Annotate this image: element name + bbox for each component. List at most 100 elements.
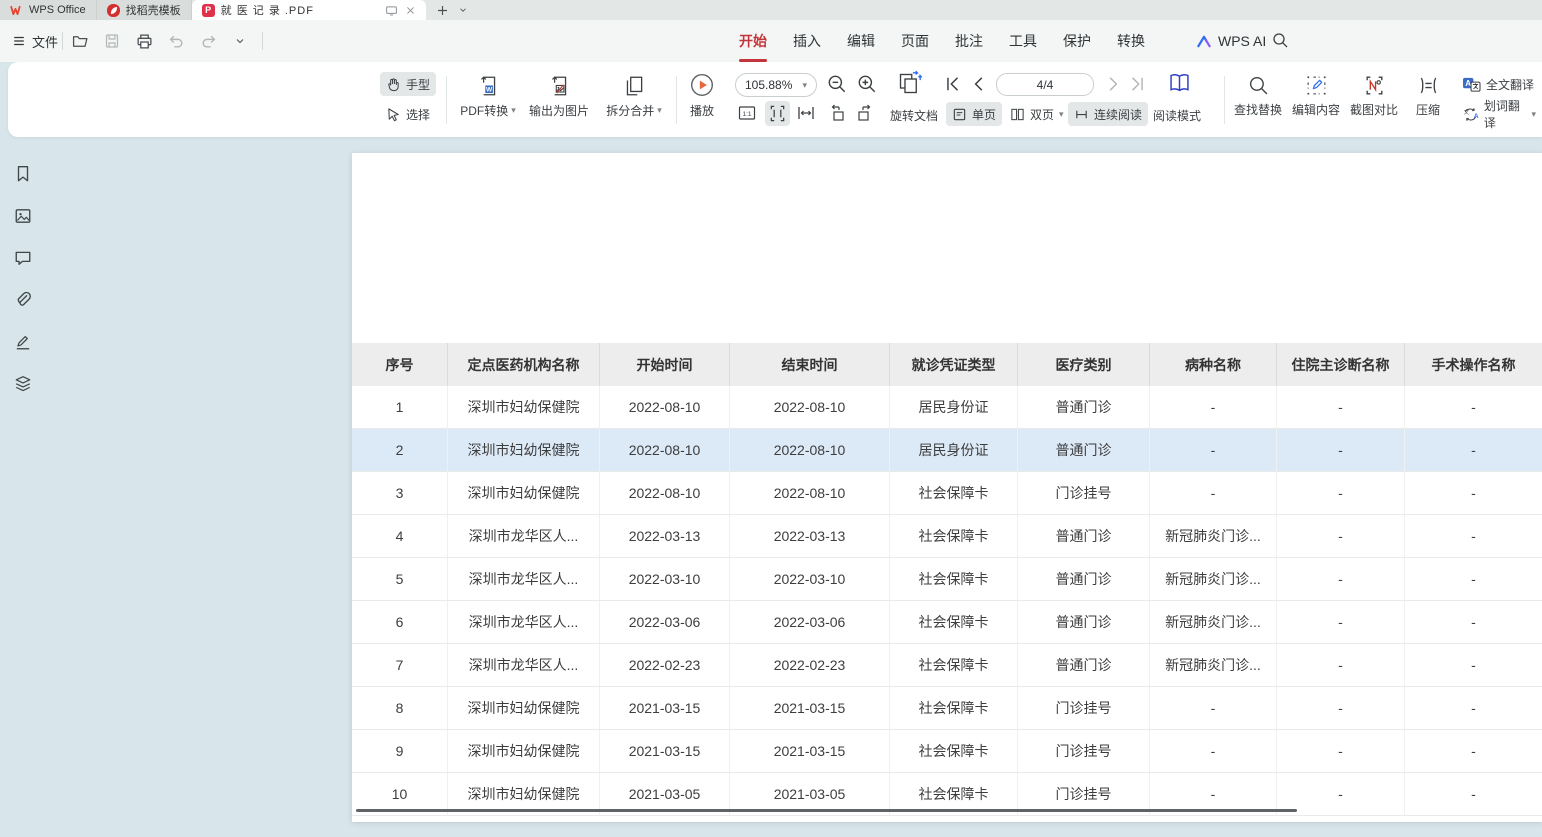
file-menu-button[interactable]: 文件: [12, 20, 58, 62]
table-row[interactable]: 5深圳市龙华区人...2022-03-102022-03-10社会保障卡普通门诊…: [352, 558, 1542, 601]
hand-tool-label: 手型: [406, 76, 430, 93]
wps-ai-button[interactable]: WPS AI: [1196, 20, 1266, 62]
fit-width-button[interactable]: [796, 103, 816, 123]
word-translate-button[interactable]: A文 划词翻译 ▾: [1456, 102, 1542, 126]
table-row[interactable]: 3深圳市妇幼保健院2022-08-102022-08-10社会保障卡门诊挂号--…: [352, 472, 1542, 515]
play-label: 播放: [690, 102, 714, 119]
single-page-button[interactable]: 单页: [946, 102, 1002, 126]
monitor-icon[interactable]: [385, 4, 398, 17]
ribbon-tab-edit[interactable]: 编辑: [845, 31, 877, 51]
file-menu-label: 文件: [32, 32, 58, 51]
table-cell: 社会保障卡: [890, 515, 1018, 557]
find-replace-label: 查找替换: [1234, 101, 1282, 118]
signature-panel-icon[interactable]: [12, 331, 34, 353]
full-translate-icon: A: [1462, 76, 1481, 93]
select-tool-button[interactable]: 选择: [380, 102, 436, 126]
bookmark-panel-icon[interactable]: [12, 163, 34, 185]
zoom-out-button[interactable]: [826, 73, 848, 95]
first-page-button[interactable]: [944, 75, 962, 93]
new-tab-icon[interactable]: [436, 4, 449, 17]
table-cell: 社会保障卡: [890, 644, 1018, 686]
actual-size-button[interactable]: 1:1: [737, 103, 757, 123]
ribbon-tab-insert[interactable]: 插入: [791, 31, 823, 51]
find-replace-button[interactable]: 查找替换: [1230, 74, 1286, 118]
ribbon-tabs: 开始 插入 编辑 页面 批注 工具 保护 转换: [737, 20, 1147, 62]
table-cell: 新冠肺炎门诊...: [1150, 558, 1277, 600]
next-page-button[interactable]: [1104, 75, 1122, 93]
table-cell: -: [1277, 515, 1405, 557]
split-merge-button[interactable]: 拆分合并▾: [596, 74, 672, 119]
zoom-level-combo[interactable]: 105.88% ▾: [735, 73, 817, 97]
full-translate-button[interactable]: A 全文翻译: [1456, 72, 1540, 96]
table-cell: -: [1405, 601, 1542, 643]
table-cell: 2022-08-10: [730, 386, 890, 428]
comment-panel-icon[interactable]: [12, 247, 34, 269]
tab-wps-office[interactable]: WPS Office: [0, 0, 97, 20]
previous-page-button[interactable]: [970, 75, 988, 93]
export-image-button[interactable]: 输出为图片: [521, 74, 597, 119]
table-cell: 普通门诊: [1018, 429, 1150, 471]
pdf-convert-button[interactable]: W PDF转换▾: [452, 74, 524, 119]
full-translate-label: 全文翻译: [1486, 76, 1534, 93]
svg-text:A: A: [1465, 79, 1471, 88]
rotate-left-button[interactable]: [826, 103, 846, 123]
layers-panel-icon[interactable]: [12, 373, 34, 395]
table-cell: 深圳市妇幼保健院: [448, 730, 600, 772]
table-cell: 2022-03-06: [730, 601, 890, 643]
table-row[interactable]: 4深圳市龙华区人...2022-03-132022-03-13社会保障卡普通门诊…: [352, 515, 1542, 558]
compress-button[interactable]: 压缩: [1406, 74, 1450, 118]
menu-search-icon[interactable]: [1271, 31, 1289, 49]
pdf-page[interactable]: 序号定点医药机构名称开始时间结束时间就诊凭证类型医疗类别病种名称住院主诊断名称手…: [352, 153, 1542, 822]
fit-page-button[interactable]: [765, 101, 790, 126]
ribbon-tab-page[interactable]: 页面: [899, 31, 931, 51]
tab-list-chevron-icon[interactable]: [458, 5, 468, 15]
tab-document[interactable]: P 就 医 记 录 .PDF: [192, 0, 426, 20]
rotate-right-button[interactable]: [856, 103, 876, 123]
edit-content-button[interactable]: 编辑内容: [1288, 74, 1344, 118]
tab-docer[interactable]: 找稻壳模板: [97, 0, 192, 20]
wps-ai-label: WPS AI: [1218, 33, 1266, 49]
close-tab-icon[interactable]: [405, 5, 416, 16]
thumbnail-panel-icon[interactable]: [12, 205, 34, 227]
double-page-button[interactable]: 双页 ▾: [1004, 102, 1070, 126]
horizontal-scrollbar[interactable]: [356, 809, 1297, 812]
table-cell: 2021-03-15: [600, 687, 730, 729]
redo-icon[interactable]: [198, 31, 218, 51]
hand-tool-button[interactable]: 手型: [380, 72, 436, 96]
read-mode-icon[interactable]: [1166, 70, 1193, 97]
ribbon-tab-comment[interactable]: 批注: [953, 31, 985, 51]
undo-icon[interactable]: [166, 31, 186, 51]
ribbon-tab-convert[interactable]: 转换: [1115, 31, 1147, 51]
read-mode-label[interactable]: 阅读模式: [1153, 107, 1201, 124]
zoom-in-button[interactable]: [856, 73, 878, 95]
table-row[interactable]: 7深圳市龙华区人...2022-02-232022-02-23社会保障卡普通门诊…: [352, 644, 1542, 687]
table-row[interactable]: 8深圳市妇幼保健院2021-03-152021-03-15社会保障卡门诊挂号--…: [352, 687, 1542, 730]
ribbon-tab-protect[interactable]: 保护: [1061, 31, 1093, 51]
ribbon-tab-home[interactable]: 开始: [737, 31, 769, 51]
page-indicator-box[interactable]: 4/4: [996, 73, 1094, 96]
table-cell: 普通门诊: [1018, 386, 1150, 428]
table-row[interactable]: 6深圳市龙华区人...2022-03-062022-03-06社会保障卡普通门诊…: [352, 601, 1542, 644]
attachment-panel-icon[interactable]: [12, 289, 34, 311]
records-table-body: 1深圳市妇幼保健院2022-08-102022-08-10居民身份证普通门诊--…: [352, 386, 1542, 816]
table-row[interactable]: 2深圳市妇幼保健院2022-08-102022-08-10居民身份证普通门诊--…: [352, 429, 1542, 472]
rotate-doc-label[interactable]: 旋转文档: [890, 107, 938, 124]
file-menu-icon: [12, 34, 26, 48]
last-page-button[interactable]: [1128, 75, 1146, 93]
table-cell: 2021-03-15: [730, 730, 890, 772]
table-cell: 2022-03-10: [730, 558, 890, 600]
save-icon[interactable]: [102, 31, 122, 51]
print-icon[interactable]: [134, 31, 154, 51]
play-button[interactable]: 播放: [682, 72, 722, 119]
table-row[interactable]: 1深圳市妇幼保健院2022-08-102022-08-10居民身份证普通门诊--…: [352, 386, 1542, 429]
ribbon-tab-tools[interactable]: 工具: [1007, 31, 1039, 51]
screenshot-compare-button[interactable]: 截图对比: [1346, 74, 1402, 118]
table-cell: 普通门诊: [1018, 558, 1150, 600]
pdf-file-icon: P: [202, 4, 215, 17]
organize-pages-button[interactable]: [896, 70, 923, 97]
quickbar-chevron-icon[interactable]: [230, 31, 250, 51]
continuous-reading-button[interactable]: 连续阅读: [1068, 102, 1148, 126]
single-page-label: 单页: [972, 106, 996, 123]
open-file-icon[interactable]: [70, 31, 90, 51]
table-row[interactable]: 9深圳市妇幼保健院2021-03-152021-03-15社会保障卡门诊挂号--…: [352, 730, 1542, 773]
